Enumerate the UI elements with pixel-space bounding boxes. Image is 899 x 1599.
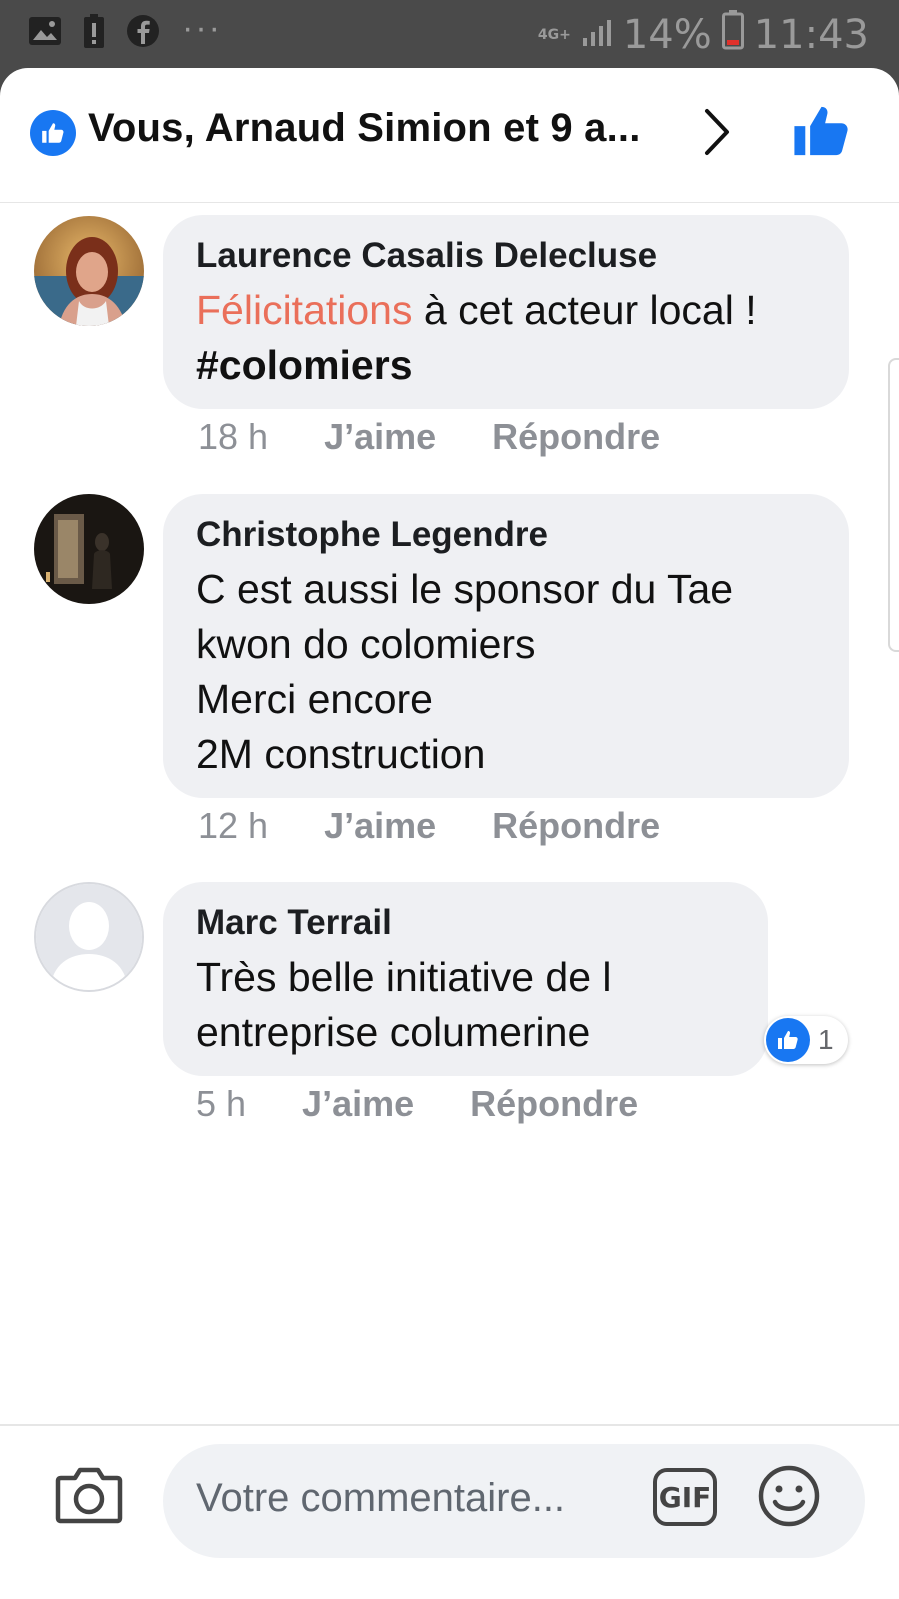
comment-bubble[interactable]: Marc Terrail Très belle initiative de l … (163, 882, 768, 1076)
comment-actions: 5 h J’aime Répondre (196, 1083, 638, 1125)
avatar[interactable] (34, 882, 144, 992)
like-button[interactable]: J’aime (324, 805, 436, 847)
comment-text: Félicitations à cet acteur local ! #colom… (196, 283, 817, 393)
comment-bubble[interactable]: Laurence Casalis Delecluse Félicitations… (163, 215, 849, 409)
comment-time[interactable]: 12 h (198, 805, 268, 847)
like-button[interactable]: J’aime (324, 416, 436, 458)
battery-alert-icon (84, 14, 104, 53)
avatar[interactable] (34, 494, 144, 604)
network-type: 4G+ (537, 27, 571, 43)
camera-icon[interactable] (55, 1464, 123, 1529)
reply-button[interactable]: Répondre (492, 416, 660, 458)
comment-text: Très belle initiative de l entreprise co… (196, 954, 612, 1055)
thumbs-up-icon[interactable] (792, 102, 850, 165)
gallery-icon (28, 16, 62, 51)
status-bar-right: 4G+ 14% 11:43 (538, 10, 869, 60)
more-notifications-icon: ··· (182, 8, 222, 47)
battery-low-icon (721, 10, 744, 60)
reactions-summary[interactable]: Vous, Arnaud Simion et 9 a... (88, 106, 641, 151)
comment-input-placeholder: Votre commentaire... (196, 1476, 566, 1520)
highlighted-word: Félicitations (196, 287, 413, 333)
reactions-header[interactable]: Vous, Arnaud Simion et 9 a... (0, 68, 899, 203)
chevron-right-icon[interactable] (704, 108, 730, 161)
comment-input[interactable]: Votre commentaire... GIF (163, 1444, 865, 1558)
comments-sheet: Vous, Arnaud Simion et 9 a... Laurence C… (0, 68, 899, 1599)
signal-icon (581, 12, 613, 58)
comment-time[interactable]: 5 h (196, 1083, 246, 1125)
scroll-indicator[interactable] (888, 358, 899, 652)
gif-icon[interactable]: GIF (653, 1468, 717, 1526)
reply-button[interactable]: Répondre (470, 1083, 638, 1125)
comment-author[interactable]: Christophe Legendre (196, 514, 817, 556)
like-badge-icon (766, 1018, 810, 1062)
comment-actions: 18 h J’aime Répondre (198, 416, 660, 458)
comment-author[interactable]: Marc Terrail (196, 902, 736, 944)
facebook-icon (126, 14, 160, 53)
like-button[interactable]: J’aime (302, 1083, 414, 1125)
comment-actions: 12 h J’aime Répondre (198, 805, 660, 847)
comment-bubble[interactable]: Christophe Legendre C est aussi le spons… (163, 494, 849, 798)
comment-reaction-count[interactable]: 1 (764, 1016, 848, 1064)
status-bar-left: ··· (28, 8, 222, 53)
comment-text: C est aussi le sponsor du Tae kwon do co… (196, 566, 734, 777)
like-badge-icon (30, 110, 76, 156)
reaction-count: 1 (818, 1024, 834, 1055)
comment-composer: Votre commentaire... GIF (0, 1424, 899, 1599)
reply-button[interactable]: Répondre (492, 805, 660, 847)
comment-author[interactable]: Laurence Casalis Delecluse (196, 235, 817, 277)
clock: 11:43 (753, 12, 869, 58)
comment-text-rest: à cet acteur local ! (412, 287, 757, 333)
comment-time[interactable]: 18 h (198, 416, 268, 458)
battery-percent: 14% (622, 12, 712, 58)
hashtag-link[interactable]: #colomiers (196, 342, 413, 388)
avatar[interactable] (34, 216, 144, 326)
emoji-icon[interactable] (757, 1464, 821, 1533)
status-bar: ··· 4G+ 14% 11:43 (0, 0, 899, 70)
